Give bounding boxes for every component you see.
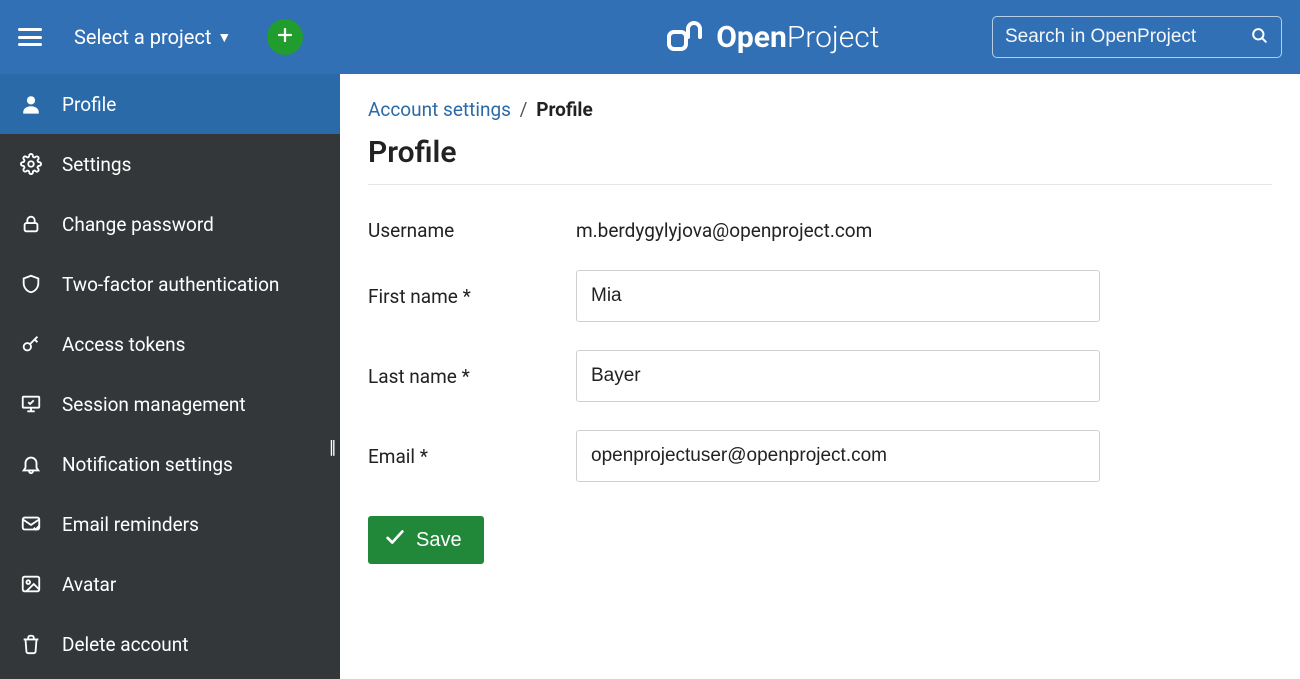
openproject-logo-icon: [666, 17, 706, 57]
firstname-label: First name *: [368, 285, 576, 308]
search-field[interactable]: [992, 16, 1282, 58]
lastname-input[interactable]: [576, 350, 1100, 402]
presentation-icon: [20, 393, 42, 415]
breadcrumb-parent-link[interactable]: Account settings: [368, 98, 511, 121]
breadcrumb-separator: /: [520, 98, 528, 121]
sidebar-item-two-factor[interactable]: Two-factor authentication: [0, 254, 340, 314]
sidebar-item-label: Profile: [62, 93, 116, 116]
email-input[interactable]: [576, 430, 1100, 482]
sidebar: Profile Settings Change password Two-fac…: [0, 74, 340, 679]
sidebar-item-label: Two-factor authentication: [62, 273, 279, 296]
sidebar-item-profile[interactable]: Profile: [0, 74, 340, 134]
lastname-label: Last name *: [368, 365, 576, 388]
sidebar-item-label: Settings: [62, 153, 131, 176]
sidebar-item-label: Avatar: [62, 573, 116, 596]
save-button[interactable]: Save: [368, 516, 484, 564]
topbar: Select a project ▼ OpenProject: [0, 0, 1300, 74]
sidebar-resize-handle[interactable]: ||: [329, 437, 334, 458]
brand-logo: OpenProject: [666, 17, 879, 57]
breadcrumb-current: Profile: [536, 98, 593, 121]
sidebar-item-settings[interactable]: Settings: [0, 134, 340, 194]
image-icon: [20, 573, 42, 595]
firstname-input[interactable]: [576, 270, 1100, 322]
brand-text: OpenProject: [716, 20, 879, 55]
caret-down-icon: ▼: [217, 29, 231, 46]
main-content: Account settings / Profile Profile Usern…: [340, 74, 1300, 679]
form-row-lastname: Last name *: [368, 350, 1272, 402]
gear-icon: [20, 153, 42, 175]
sidebar-item-label: Email reminders: [62, 513, 199, 536]
sidebar-item-label: Change password: [62, 213, 214, 236]
sidebar-item-notification-settings[interactable]: Notification settings: [0, 434, 340, 494]
shield-icon: [20, 273, 42, 295]
trash-icon: [20, 633, 42, 655]
form-row-firstname: First name *: [368, 270, 1272, 322]
add-button[interactable]: [267, 19, 303, 55]
hamburger-menu-icon[interactable]: [18, 28, 42, 46]
page-title: Profile: [368, 135, 1272, 170]
username-label: Username: [368, 219, 576, 242]
sidebar-item-label: Notification settings: [62, 453, 233, 476]
search-input[interactable]: [1005, 26, 1250, 48]
sidebar-item-label: Session management: [62, 393, 246, 416]
sidebar-item-session-management[interactable]: Session management: [0, 374, 340, 434]
sidebar-item-label: Access tokens: [62, 333, 185, 356]
form-row-username: Username m.berdygylyjova@openproject.com: [368, 219, 1272, 242]
sidebar-item-label: Delete account: [62, 633, 189, 656]
lock-icon: [20, 213, 42, 235]
check-icon: [384, 526, 406, 554]
save-button-label: Save: [416, 529, 462, 552]
username-value: m.berdygylyjova@openproject.com: [576, 219, 872, 242]
project-selector-label: Select a project: [74, 25, 211, 49]
sidebar-item-avatar[interactable]: Avatar: [0, 554, 340, 614]
sidebar-item-change-password[interactable]: Change password: [0, 194, 340, 254]
bell-icon: [20, 453, 42, 475]
mail-check-icon: [20, 513, 42, 535]
search-icon[interactable]: [1250, 26, 1269, 48]
sidebar-item-access-tokens[interactable]: Access tokens: [0, 314, 340, 374]
email-label: Email *: [368, 445, 576, 468]
key-icon: [20, 333, 42, 355]
sidebar-item-delete-account[interactable]: Delete account: [0, 614, 340, 674]
user-icon: [20, 93, 42, 115]
project-selector[interactable]: Select a project ▼: [74, 25, 231, 49]
divider: [368, 184, 1272, 185]
sidebar-item-email-reminders[interactable]: Email reminders: [0, 494, 340, 554]
plus-icon: [276, 26, 294, 48]
form-row-email: Email *: [368, 430, 1272, 482]
breadcrumb: Account settings / Profile: [368, 98, 1272, 121]
